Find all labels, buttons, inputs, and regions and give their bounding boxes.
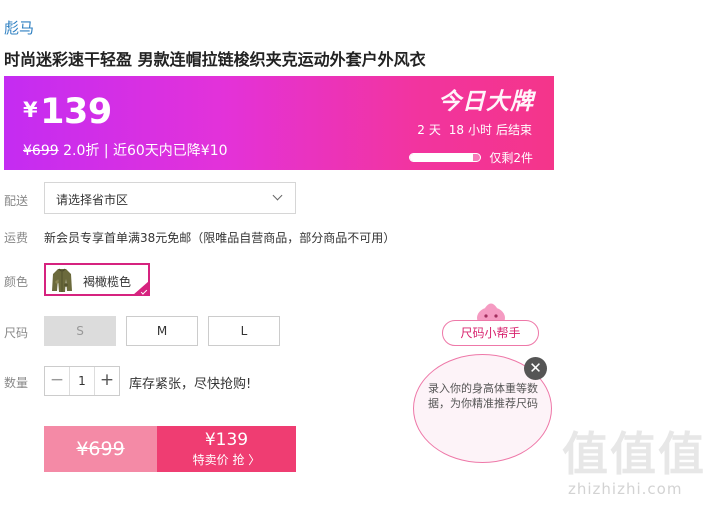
countdown-hours-unit: 小时: [467, 123, 492, 137]
buy-deal-label: 特卖价 抢 〉: [192, 453, 261, 467]
countdown: 2天 18 小时 后结束: [415, 121, 534, 138]
countdown-hours: 18: [448, 123, 464, 137]
color-option-selected[interactable]: 褐橄榄色: [44, 263, 150, 296]
region-select-placeholder: 请选择省市区: [56, 193, 129, 207]
sale-price: ¥139: [23, 92, 112, 132]
original-price: ¥699: [23, 143, 59, 159]
buy-original-price-button[interactable]: ¥699: [44, 426, 157, 472]
stock-progress-fill: [410, 154, 474, 161]
color-label: 颜色: [4, 275, 29, 289]
buy-deal-price: ¥139: [204, 430, 249, 450]
buy-deal-button[interactable]: ¥139 特卖价 抢 〉: [157, 426, 296, 472]
size-helper-text: 录入你的身高体重等数据，为你精准推荐尺码: [428, 382, 538, 410]
size-option-s[interactable]: S: [44, 316, 116, 346]
stock-text: 仅剩2件: [489, 151, 533, 165]
sale-price-value: 139: [40, 92, 112, 132]
deal-title: 今日大牌: [438, 89, 534, 115]
product-page: 彪马 时尚迷彩速干轻盈 男款连帽拉链梭织夹克运动外套户外风衣 ¥139 ¥699…: [0, 0, 716, 507]
brand-link[interactable]: 彪马: [4, 17, 34, 38]
size-option-m[interactable]: M: [126, 316, 198, 346]
shipping-label: 运费: [4, 231, 29, 245]
product-title: 时尚迷彩速干轻盈 男款连帽拉链梭织夹克运动外套户外风衣: [4, 50, 426, 69]
quantity-increase-button[interactable]: +: [95, 367, 119, 395]
quantity-stepper: − 1 +: [44, 366, 120, 396]
delivery-label: 配送: [4, 194, 29, 208]
price-details: ¥699 2.0折 | 近60天内已降¥10: [23, 140, 228, 160]
jacket-thumbnail: [52, 268, 72, 292]
watermark-site: zhizhizhi.com: [568, 480, 683, 498]
size-label: 尺码: [4, 326, 29, 340]
stock-warning: 库存紧张，尽快抢购!: [129, 377, 252, 392]
stock-progress-bar: [409, 153, 482, 162]
stock-indicator: 仅剩2件: [409, 149, 533, 166]
watermark-logo: 值值值: [562, 427, 706, 481]
size-helper-button[interactable]: 尺码小帮手: [442, 320, 539, 346]
countdown-days-unit: 天: [428, 123, 441, 137]
shipping-info: 新会员专享首单满38元免邮（限唯品自营商品，部分商品不可用）: [44, 231, 396, 245]
quantity-label: 数量: [4, 376, 29, 390]
quantity-decrease-button[interactable]: −: [45, 367, 69, 395]
countdown-suffix: 后结束: [495, 123, 532, 137]
close-icon[interactable]: ✕: [524, 357, 547, 380]
price-separator: |: [103, 143, 109, 159]
price-drop-note: 近60天内已降¥10: [112, 143, 228, 159]
region-select[interactable]: 请选择省市区: [44, 182, 296, 214]
countdown-days: 2: [417, 123, 425, 137]
flash-sale-banner: ¥139 ¥699 2.0折 | 近60天内已降¥10 今日大牌 2天 18 小时…: [4, 76, 554, 170]
color-option-name: 褐橄榄色: [83, 275, 132, 289]
currency-symbol: ¥: [23, 98, 38, 122]
chevron-down-icon: [272, 190, 283, 201]
quantity-input[interactable]: 1: [69, 367, 95, 395]
size-option-l[interactable]: L: [208, 316, 280, 346]
discount-rate: 2.0折: [63, 143, 100, 159]
